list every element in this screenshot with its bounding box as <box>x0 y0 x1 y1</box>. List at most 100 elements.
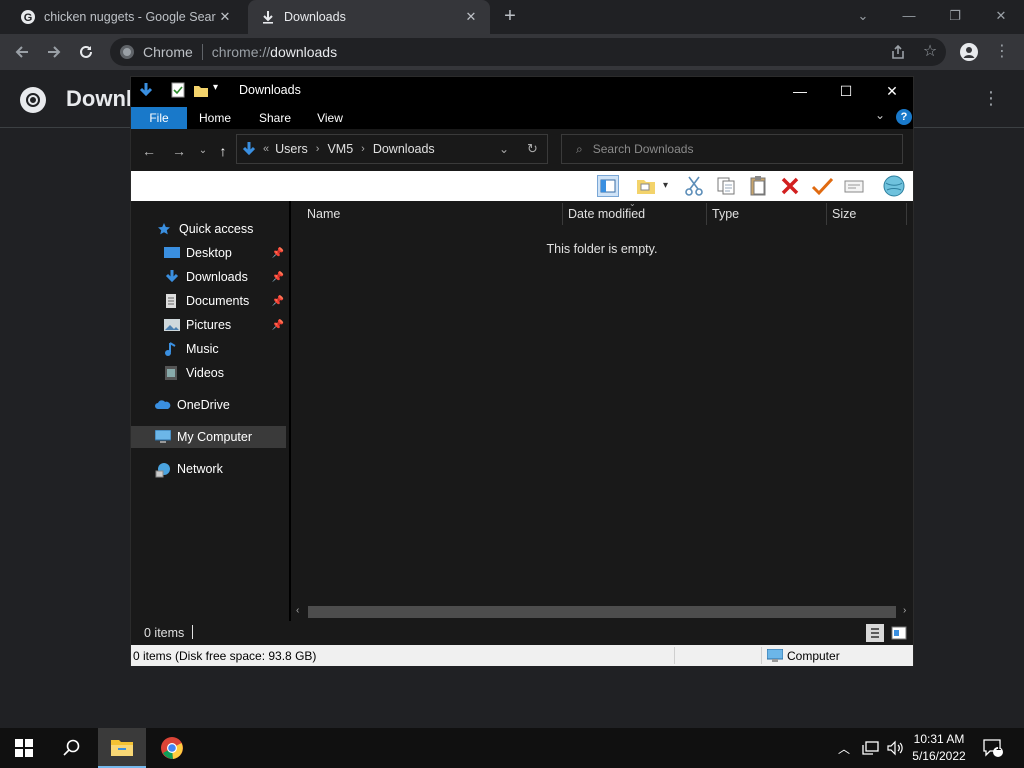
explorer-close-button[interactable]: ✕ <box>877 79 907 103</box>
horizontal-scrollbar[interactable]: ‹ › <box>291 603 913 621</box>
properties-box-icon[interactable] <box>843 175 865 197</box>
explorer-titlebar: ▾ Downloads — ☐ ✕ <box>131 77 913 105</box>
recent-locations-icon[interactable]: ⌄ <box>193 141 213 161</box>
new-folder-icon[interactable] <box>193 82 209 98</box>
properties-icon[interactable] <box>171 82 187 98</box>
downloads-arrow-icon <box>138 82 154 98</box>
back-icon[interactable] <box>10 40 34 64</box>
column-divider[interactable] <box>906 203 907 225</box>
details-view-icon[interactable] <box>866 624 884 642</box>
notifications-icon[interactable]: 1 <box>982 728 1006 768</box>
volume-icon[interactable] <box>886 728 904 768</box>
breadcrumb-vm5[interactable]: VM5 <box>327 142 353 156</box>
nav-quick-access[interactable]: Quick access <box>131 218 286 240</box>
taskbar-clock[interactable]: 10:31 AM 5/16/2022 <box>906 731 972 765</box>
pin-icon[interactable]: 📌 <box>272 320 284 331</box>
explorer-maximize-button[interactable]: ☐ <box>831 79 861 103</box>
rename-check-icon[interactable] <box>811 175 834 197</box>
chrome-menu-icon[interactable]: ⋮ <box>990 40 1014 64</box>
explorer-back-icon[interactable]: ← <box>139 141 159 161</box>
tab-downloads[interactable]: Downloads ✕ <box>248 0 490 34</box>
bookmark-star-icon[interactable]: ☆ <box>918 40 942 64</box>
computer-icon <box>154 429 172 444</box>
column-header-name[interactable]: Name <box>307 207 340 227</box>
show-hidden-icons-icon[interactable]: ︿ <box>838 728 854 768</box>
preview-pane-icon[interactable] <box>597 175 619 197</box>
column-divider[interactable] <box>562 203 563 225</box>
ribbon-expand-icon[interactable]: ⌄ <box>875 108 885 122</box>
column-header-type[interactable]: Type <box>712 207 739 227</box>
tab-google-search[interactable]: G chicken nuggets - Google Search ✕ <box>8 0 244 34</box>
address-bar[interactable]: Chrome chrome:// downloads <box>110 38 946 66</box>
column-header-date-modified[interactable]: Date modified <box>568 207 645 227</box>
ribbon-tab-share[interactable]: Share <box>253 107 297 129</box>
pin-icon[interactable]: 📌 <box>272 248 284 259</box>
chevron-right-icon[interactable]: › <box>316 143 320 155</box>
nav-item-music[interactable]: Music <box>131 338 286 360</box>
status-divider <box>761 647 762 664</box>
reload-icon[interactable] <box>74 40 98 64</box>
search-input[interactable]: ⌕ Search Downloads <box>561 134 903 164</box>
search-icon[interactable] <box>48 728 96 768</box>
nav-item-desktop[interactable]: Desktop 📌 <box>131 242 286 264</box>
breadcrumb-overflow-icon[interactable]: « <box>263 143 269 155</box>
breadcrumb-downloads[interactable]: Downloads <box>373 142 435 156</box>
new-tab-button[interactable]: + <box>498 4 522 28</box>
restore-button[interactable]: ❐ <box>942 4 968 28</box>
network-status-icon[interactable] <box>862 728 880 768</box>
nav-item-my-computer[interactable]: My Computer <box>131 426 286 448</box>
internet-globe-icon[interactable] <box>881 175 907 197</box>
nav-item-network[interactable]: Network <box>131 458 286 480</box>
up-folder-icon[interactable]: ↑ <box>213 141 233 161</box>
tab-close-icon[interactable]: ✕ <box>216 9 234 25</box>
nav-item-onedrive[interactable]: OneDrive <box>131 394 286 416</box>
column-header-size[interactable]: Size <box>832 207 856 227</box>
share-icon[interactable] <box>886 40 910 64</box>
copy-icon[interactable] <box>715 175 737 197</box>
tab-close-icon[interactable]: ✕ <box>462 9 480 25</box>
address-history-icon[interactable]: ⌄ <box>499 142 509 156</box>
site-name: Chrome <box>143 44 193 60</box>
column-divider[interactable] <box>706 203 707 225</box>
cut-icon[interactable] <box>683 175 705 197</box>
pin-icon[interactable]: 📌 <box>272 272 284 283</box>
profile-icon[interactable] <box>957 40 981 64</box>
pin-icon[interactable]: 📌 <box>272 296 284 307</box>
minimize-button[interactable]: — <box>896 4 922 28</box>
ribbon-tab-view[interactable]: View <box>309 107 351 129</box>
views-dropdown-icon[interactable]: ▾ <box>663 175 685 197</box>
explorer-forward-icon[interactable]: → <box>169 141 189 161</box>
scrollbar-thumb[interactable] <box>308 606 896 618</box>
scroll-right-icon[interactable]: › <box>903 605 906 616</box>
taskbar-chrome-icon[interactable] <box>148 728 196 768</box>
scroll-left-icon[interactable]: ‹ <box>296 605 299 616</box>
ribbon-tab-home[interactable]: Home <box>193 107 237 129</box>
help-icon[interactable]: ? <box>896 109 912 125</box>
page-more-icon[interactable]: ⋮ <box>982 88 1000 110</box>
column-divider[interactable] <box>826 203 827 225</box>
nav-item-downloads[interactable]: Downloads 📌 <box>131 266 286 288</box>
nav-item-pictures[interactable]: Pictures 📌 <box>131 314 286 336</box>
customize-quick-access-icon[interactable]: ▾ <box>213 82 229 98</box>
onedrive-cloud-icon <box>155 398 171 412</box>
start-windows-icon[interactable] <box>0 728 48 768</box>
explorer-address-bar[interactable]: « Users › VM5 › Downloads ⌄ ↻ <box>236 134 548 164</box>
nav-item-documents[interactable]: Documents 📌 <box>131 290 286 312</box>
taskbar-file-explorer-icon[interactable] <box>98 728 146 768</box>
breadcrumb-users[interactable]: Users <box>275 142 308 156</box>
nav-item-videos[interactable]: Videos <box>131 362 286 384</box>
views-icon[interactable] <box>635 175 657 197</box>
file-list[interactable]: Name Date modified ⌄ Type Size This fold… <box>291 199 913 621</box>
tab-search-icon[interactable]: ⌄ <box>850 4 876 28</box>
forward-icon[interactable] <box>42 40 66 64</box>
large-icons-view-icon[interactable] <box>890 624 908 642</box>
close-button[interactable]: ✕ <box>988 4 1014 28</box>
status-divider <box>192 625 193 639</box>
delete-icon[interactable] <box>779 175 801 197</box>
refresh-icon[interactable]: ↻ <box>527 141 538 157</box>
chevron-right-icon[interactable]: › <box>361 143 365 155</box>
paste-icon[interactable] <box>747 175 769 197</box>
explorer-minimize-button[interactable]: — <box>785 79 815 103</box>
pictures-icon <box>164 318 180 332</box>
ribbon-tab-file[interactable]: File <box>131 107 187 129</box>
